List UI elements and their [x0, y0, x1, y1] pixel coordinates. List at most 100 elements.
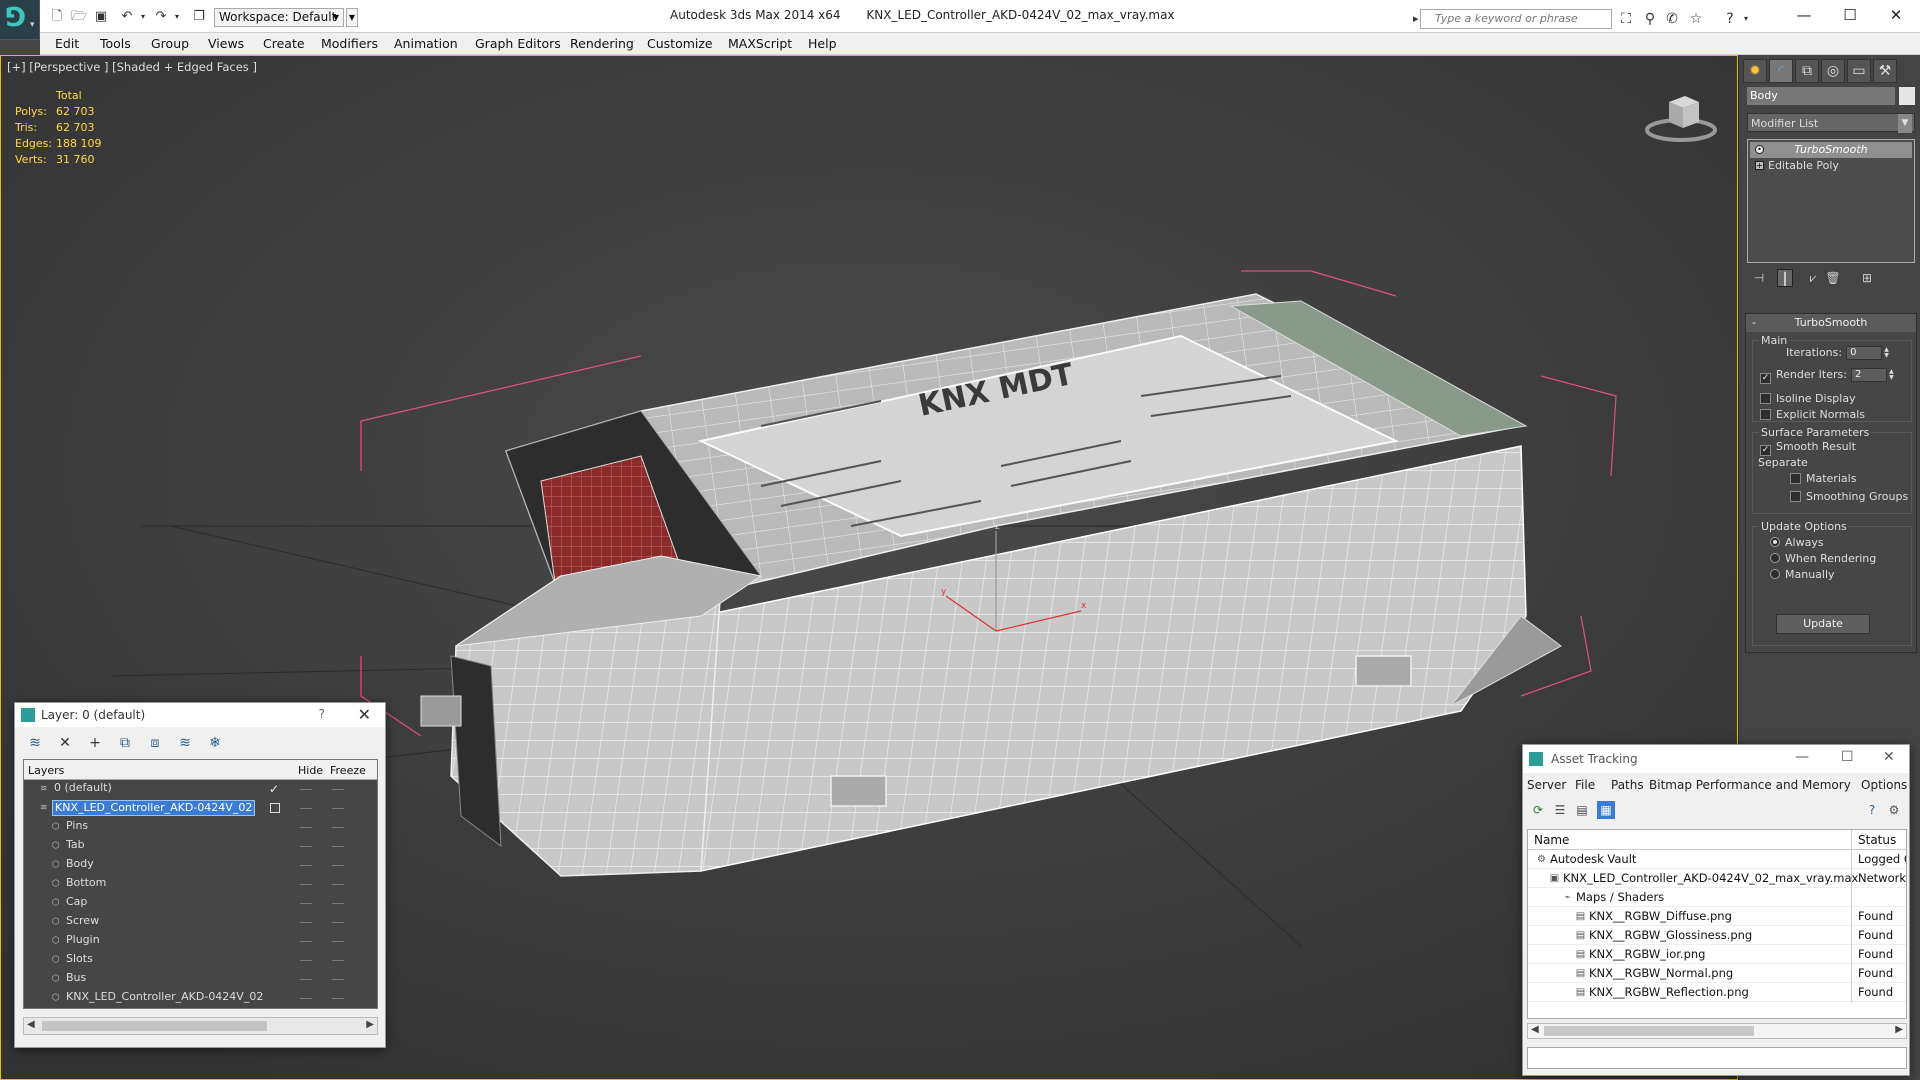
manually-radio[interactable]: [1770, 569, 1780, 579]
layer-row[interactable]: ≋ 0 (default) ✓: [24, 780, 377, 799]
hide-toggle[interactable]: [300, 884, 312, 885]
menu-customize[interactable]: Customize: [647, 36, 713, 51]
refresh-icon[interactable]: ⟳: [1529, 801, 1547, 819]
freeze-toggle[interactable]: [332, 922, 344, 923]
menu-create[interactable]: Create: [263, 36, 305, 51]
stack-item-editable-poly[interactable]: + Editable Poly: [1750, 158, 1912, 174]
maximize-button[interactable]: ☐: [1830, 4, 1870, 26]
scroll-thumb[interactable]: [42, 1021, 267, 1031]
menu-animation[interactable]: Animation: [394, 36, 458, 51]
help-button[interactable]: ?: [319, 707, 325, 721]
materials-checkbox[interactable]: [1790, 473, 1801, 484]
menu-maxscript[interactable]: MAXScript: [728, 36, 792, 51]
help-icon[interactable]: ?: [1863, 801, 1881, 819]
configure-modifier-sets-icon[interactable]: ⊞: [1859, 269, 1875, 287]
remove-modifier-icon[interactable]: 🗑: [1825, 269, 1841, 287]
render-iters-checkbox[interactable]: ✓: [1760, 373, 1771, 384]
workspace-dropdown[interactable]: Workspace: Default ▼: [214, 8, 344, 27]
search-input[interactable]: Type a keyword or phrase: [1413, 9, 1612, 29]
col-layers[interactable]: Layers: [28, 764, 64, 777]
maximize-button[interactable]: ☐: [1841, 749, 1854, 765]
menu-views[interactable]: Views: [208, 36, 244, 51]
save-file-icon[interactable]: ▣: [92, 8, 110, 26]
thumbnail-view-icon[interactable]: ▤: [1573, 801, 1591, 819]
asset-row[interactable]: ⚙ Autodesk Vault Logged O: [1528, 850, 1906, 869]
freeze-toggle[interactable]: [332, 941, 344, 942]
layer-row[interactable]: ⬡ Slots: [24, 951, 377, 970]
col-status[interactable]: Status: [1858, 833, 1896, 847]
hide-toggle[interactable]: [300, 808, 312, 809]
freeze-all-icon[interactable]: ❄: [205, 734, 225, 752]
stack-item-turbosmooth[interactable]: • TurboSmooth: [1750, 142, 1912, 158]
create-layer-icon[interactable]: ≋: [25, 734, 45, 752]
when-rendering-radio[interactable]: [1770, 553, 1780, 563]
add-selected-icon[interactable]: +: [85, 734, 105, 752]
motion-tab-icon[interactable]: ◎: [1821, 59, 1845, 83]
freeze-toggle[interactable]: [332, 884, 344, 885]
rollout-header[interactable]: TurboSmooth: [1746, 314, 1916, 332]
hierarchy-tab-icon[interactable]: ⧉: [1795, 59, 1819, 83]
hide-toggle[interactable]: [300, 903, 312, 904]
hide-toggle[interactable]: [300, 846, 312, 847]
smoothing-groups-checkbox[interactable]: [1790, 491, 1801, 502]
scroll-left-icon[interactable]: ◀: [27, 1019, 35, 1030]
create-tab-icon[interactable]: ✹: [1743, 59, 1767, 83]
scroll-thumb[interactable]: [1544, 1026, 1754, 1036]
workspace-menu-arrow[interactable]: ▼: [346, 8, 358, 27]
modify-tab-icon[interactable]: ◜: [1769, 59, 1793, 83]
isoline-checkbox[interactable]: [1760, 393, 1771, 404]
open-file-icon[interactable]: 🗁: [70, 8, 88, 26]
highlight-selected-icon[interactable]: ⧈: [145, 734, 165, 752]
menu-modifiers[interactable]: Modifiers: [321, 36, 378, 51]
spinner-arrows-icon[interactable]: ▲ ▼: [1887, 369, 1896, 381]
menu-graph-editors[interactable]: Graph Editors: [475, 36, 561, 51]
asset-menu-server[interactable]: Server: [1527, 778, 1566, 792]
expand-plus-icon[interactable]: +: [1755, 161, 1764, 170]
hide-toggle[interactable]: [300, 827, 312, 828]
menu-help[interactable]: Help: [808, 36, 837, 51]
asset-menu-paths[interactable]: Paths: [1611, 778, 1644, 792]
table-view-icon[interactable]: ▦: [1597, 801, 1615, 819]
layer-row[interactable]: ⬡ Bus: [24, 970, 377, 989]
close-button[interactable]: ✕: [1883, 749, 1895, 765]
object-color-swatch[interactable]: [1899, 87, 1915, 105]
smooth-result-checkbox[interactable]: ✓: [1760, 445, 1771, 456]
asset-row[interactable]: ▤ KNX__RGBW_Glossiness.png Found: [1528, 926, 1906, 945]
layer-row[interactable]: ⬡ Body: [24, 856, 377, 875]
freeze-toggle[interactable]: [332, 979, 344, 980]
make-unique-icon[interactable]: ⩗: [1805, 269, 1821, 287]
asset-path-field[interactable]: [1527, 1047, 1907, 1069]
always-radio[interactable]: [1770, 537, 1780, 547]
project-folder-icon[interactable]: ❐: [190, 8, 208, 26]
delete-layer-icon[interactable]: ✕: [55, 734, 75, 752]
pin-stack-icon[interactable]: ⊣: [1751, 269, 1767, 287]
app-menu-button[interactable]: ⅁ ▾: [0, 0, 40, 40]
layer-row[interactable]: ⬡ Plugin: [24, 932, 377, 951]
layer-row[interactable]: ⬡ Screw: [24, 913, 377, 932]
render-iters-spinner[interactable]: 2: [1850, 368, 1887, 382]
spinner-arrows-icon[interactable]: ▲ ▼: [1882, 347, 1891, 359]
layer-row[interactable]: ⬡ Cap: [24, 894, 377, 913]
show-end-result-icon[interactable]: ┃: [1777, 269, 1793, 287]
display-tab-icon[interactable]: ▭: [1847, 59, 1871, 83]
redo-dropdown-icon[interactable]: ▾: [168, 8, 186, 26]
scroll-right-icon[interactable]: ▶: [366, 1019, 374, 1030]
modifier-list-dropdown[interactable]: Modifier List ▼: [1747, 113, 1915, 133]
asset-row[interactable]: ▣ KNX_LED_Controller_AKD-0424V_02_max_vra…: [1528, 869, 1906, 888]
binoculars-icon[interactable]: ⛶: [1616, 9, 1636, 29]
layer-row[interactable]: ⬡ Bottom: [24, 875, 377, 894]
hide-all-icon[interactable]: ≋: [175, 734, 195, 752]
col-hide[interactable]: Hide: [298, 764, 323, 777]
asset-row[interactable]: ▤ KNX__RGBW_Diffuse.png Found: [1528, 907, 1906, 926]
lightbulb-icon[interactable]: •: [1755, 145, 1764, 154]
utilities-tab-icon[interactable]: ⚒: [1873, 59, 1897, 83]
menu-edit[interactable]: Edit: [55, 36, 79, 51]
list-view-icon[interactable]: ☰: [1551, 801, 1569, 819]
freeze-toggle[interactable]: [332, 827, 344, 828]
asset-row[interactable]: ⌁ Maps / Shaders: [1528, 888, 1906, 907]
undo-dropdown-icon[interactable]: ▾: [134, 8, 152, 26]
asset-row[interactable]: ▤ KNX__RGBW_Reflection.png Found: [1528, 983, 1906, 1002]
asset-menu-file[interactable]: File: [1575, 778, 1595, 792]
asset-window-titlebar[interactable]: Asset Tracking — ☐ ✕: [1523, 745, 1909, 773]
minimize-button[interactable]: —: [1784, 4, 1824, 26]
